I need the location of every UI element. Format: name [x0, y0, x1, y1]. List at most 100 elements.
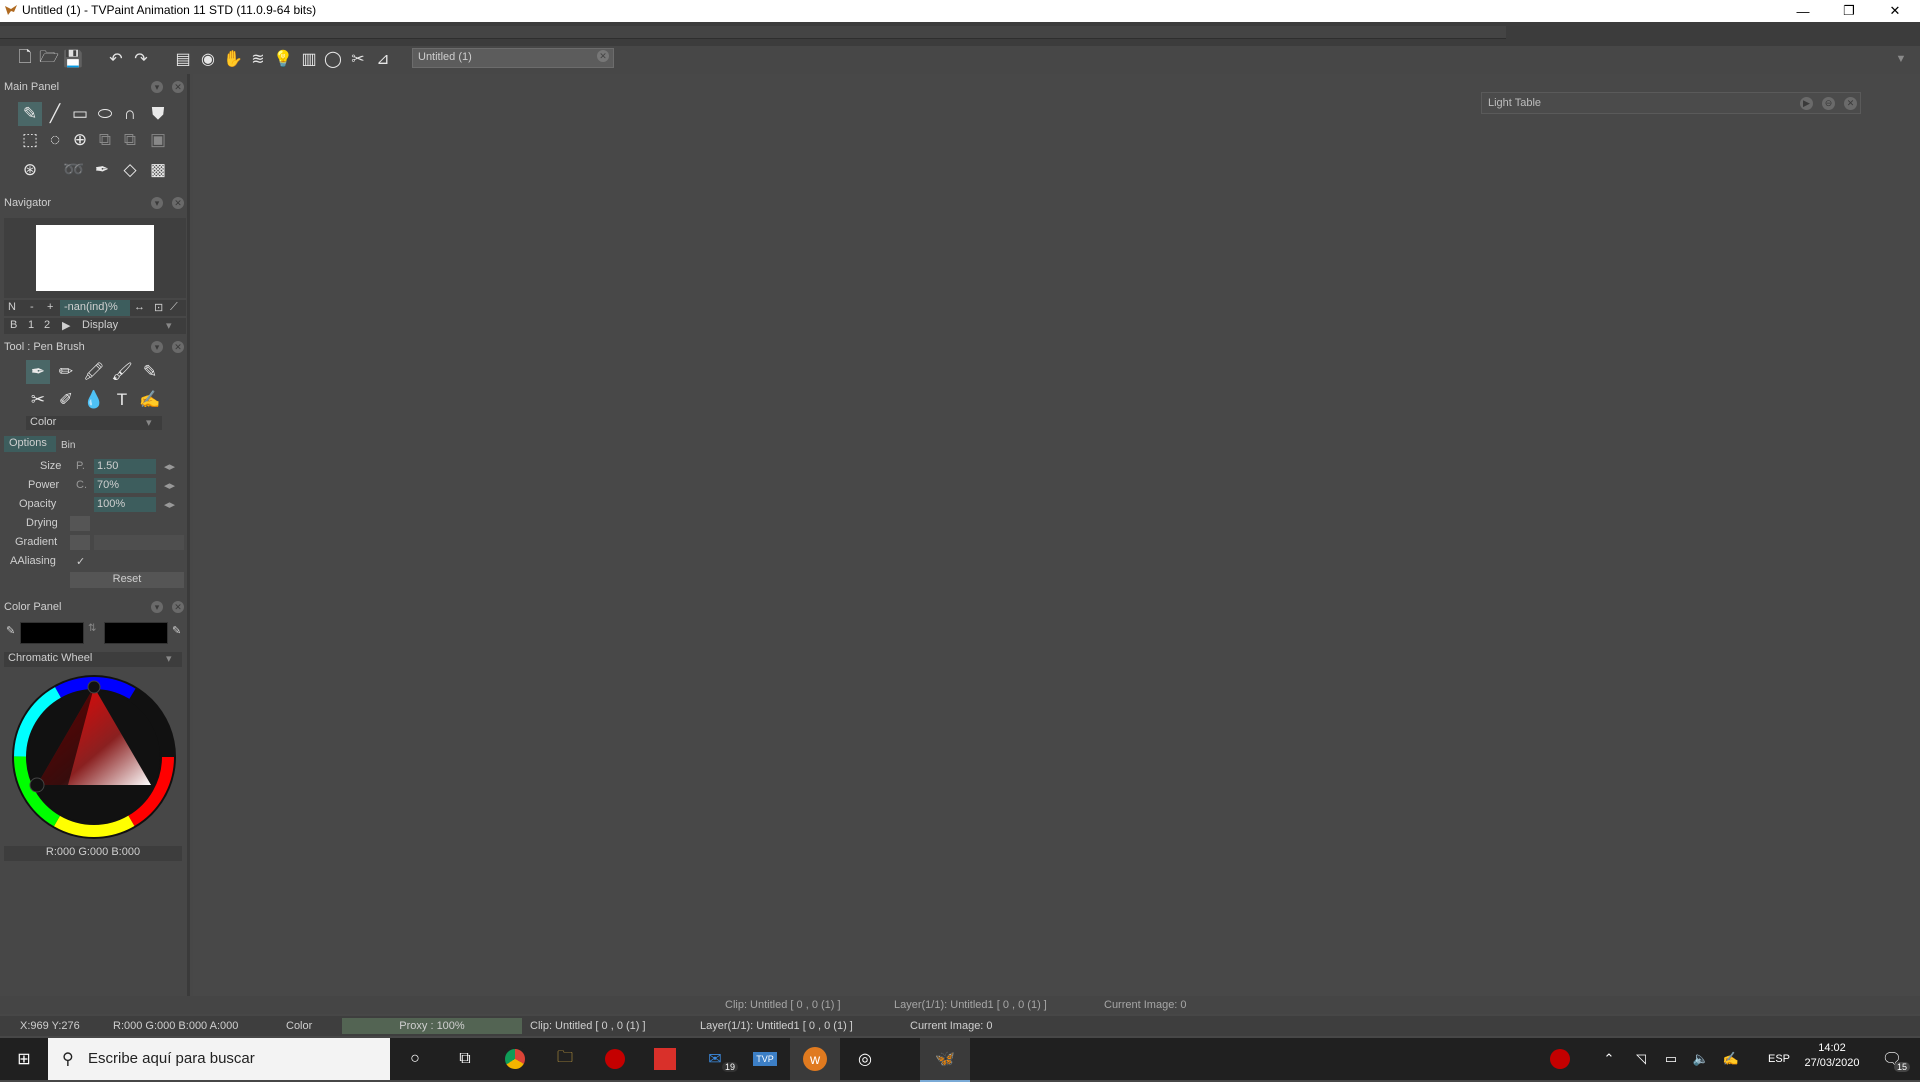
hand-icon[interactable]: ✋ — [222, 48, 244, 70]
color-mode-dropdown[interactable]: Chromatic Wheel ▾ — [4, 652, 182, 667]
network-icon[interactable]: ◹ — [1626, 1038, 1656, 1080]
tray-chevron-up-icon[interactable]: ⌃ — [1594, 1038, 1624, 1080]
canvas-area[interactable] — [193, 74, 1920, 996]
app-red-icon[interactable] — [590, 1038, 640, 1080]
tray-red-app-icon[interactable] — [1540, 1038, 1580, 1080]
close-icon[interactable]: ✕ — [172, 601, 184, 613]
power-prefix[interactable]: C. — [76, 479, 87, 491]
taskbar-search-box[interactable]: ⚲ Escribe aquí para buscar — [48, 1038, 390, 1080]
toolbar-menu-chevron-icon[interactable]: ▼ — [1890, 48, 1912, 70]
w-app-icon[interactable]: w — [790, 1038, 840, 1080]
line-icon[interactable]: ╱ — [43, 102, 67, 126]
marker-brush-icon[interactable]: 🖍 — [82, 360, 106, 384]
magic-wand-icon[interactable]: ⊕ — [68, 128, 92, 152]
task-view-icon[interactable]: ⧉ — [440, 1038, 490, 1080]
warp-icon[interactable]: ➿ — [62, 158, 86, 182]
eyedropper-icon[interactable]: ✎ — [172, 624, 181, 637]
chrome-icon[interactable] — [490, 1038, 540, 1080]
eyedropper-icon[interactable]: ✎ — [6, 624, 15, 637]
language-indicator[interactable]: ESP — [1764, 1038, 1794, 1080]
selection-rect-icon[interactable]: ⬚ — [18, 128, 42, 152]
filmstrip-icon[interactable]: ▤ — [172, 48, 194, 70]
settings-icon[interactable]: ⊖ — [1822, 97, 1835, 110]
redo-icon[interactable]: ↷ — [130, 48, 152, 70]
size-field[interactable]: 1.50 — [94, 459, 156, 474]
lightbulb-icon[interactable]: 💡 — [272, 48, 294, 70]
bookmark-b-button[interactable]: B — [10, 319, 17, 331]
color-wheel-icon[interactable]: ◉ — [197, 48, 219, 70]
close-icon[interactable]: ✕ — [1844, 97, 1857, 110]
timeline-icon[interactable]: ▥ — [298, 48, 320, 70]
swap-colors-icon[interactable]: ⇅ — [88, 623, 96, 634]
collapse-icon[interactable]: ▾ — [151, 81, 163, 93]
open-folder-icon[interactable]: 🗁 — [38, 48, 60, 70]
navigator-thumbnail[interactable] — [36, 225, 154, 291]
windows-start-icon[interactable]: ⊞ — [0, 1038, 48, 1080]
collapse-icon[interactable]: ▾ — [151, 197, 163, 209]
pen-brush-icon[interactable]: ✒ — [26, 360, 50, 384]
fit-icon[interactable]: ⊡ — [154, 301, 163, 314]
airbrush-icon[interactable]: ✎ — [138, 360, 162, 384]
undo-icon[interactable]: ↶ — [105, 48, 127, 70]
paint-brush-icon[interactable]: 🖌 — [110, 360, 134, 384]
cortana-icon[interactable]: ○ — [390, 1038, 440, 1080]
play-icon[interactable]: ▶ — [1800, 97, 1813, 110]
reset-button[interactable]: Reset — [70, 572, 184, 588]
close-button[interactable]: ✕ — [1872, 0, 1918, 22]
tab-options[interactable]: Options — [4, 436, 56, 452]
color-mode-select[interactable]: Color ▾ — [26, 416, 162, 430]
play-icon[interactable]: ▶ — [62, 319, 70, 332]
freehand-icon[interactable]: ✎ — [18, 102, 42, 126]
save-icon[interactable]: 💾 — [62, 48, 84, 70]
slider-arrows-icon[interactable]: ◂▸ — [164, 479, 175, 492]
primary-color-swatch[interactable] — [20, 622, 84, 644]
special-brush-icon[interactable]: ✍ — [138, 388, 162, 412]
bookmark-1-button[interactable]: 1 — [28, 319, 34, 331]
stamp-icon[interactable]: ▩ — [146, 158, 170, 182]
size-prefix[interactable]: P. — [76, 460, 85, 472]
ellipse-icon[interactable]: ⬭ — [93, 102, 117, 126]
paste-icon[interactable]: ▣ — [146, 128, 170, 152]
new-document-icon[interactable]: 🗋 — [14, 48, 36, 70]
chromatic-wheel[interactable] — [8, 671, 180, 843]
knife-brush-icon[interactable]: ✂ — [26, 388, 50, 412]
layers-icon[interactable]: ≋ — [247, 48, 269, 70]
close-icon[interactable]: ✕ — [172, 81, 184, 93]
collapse-icon[interactable]: ▾ — [151, 601, 163, 613]
minimize-button[interactable]: — — [1780, 0, 1826, 22]
rotate-icon[interactable]: ⟋ — [170, 301, 178, 314]
aaliasing-checkbox[interactable]: ✓ — [76, 555, 85, 568]
bookmark-2-button[interactable]: 2 — [44, 319, 50, 331]
obs-icon[interactable]: ◎ — [840, 1038, 890, 1080]
clock[interactable]: 14:02 27/03/2020 — [1800, 1042, 1864, 1076]
zoom-normal-button[interactable]: N — [8, 301, 16, 313]
chevron-down-icon[interactable]: ▾ — [166, 319, 172, 332]
power-field[interactable]: 70% — [94, 478, 156, 493]
curve-icon[interactable]: ∩ — [118, 102, 142, 126]
close-icon[interactable]: ✕ — [172, 341, 184, 353]
secondary-color-swatch[interactable] — [104, 622, 168, 644]
tab-bin[interactable]: Bin — [61, 440, 75, 451]
volume-icon[interactable]: 🔈 — [1686, 1038, 1716, 1080]
file-explorer-icon[interactable]: 🗀 — [540, 1038, 590, 1080]
rectangle-icon[interactable]: ▭ — [68, 102, 92, 126]
selection-lasso-icon[interactable]: ◌ — [43, 128, 67, 152]
slider-arrows-icon[interactable]: ◂▸ — [164, 498, 175, 511]
crop-icon[interactable]: ⧉ — [93, 128, 117, 152]
transform-icon[interactable]: ⊛ — [18, 158, 42, 182]
pencil-brush-icon[interactable]: ✏ — [54, 360, 78, 384]
proxy-indicator[interactable]: Proxy : 100% — [342, 1018, 522, 1034]
fill-icon[interactable]: ⛊ — [146, 102, 170, 126]
graph-icon[interactable]: ⊿ — [372, 48, 394, 70]
copy-icon[interactable]: ⧉ — [118, 128, 142, 152]
smudge-brush-icon[interactable]: ✐ — [54, 388, 78, 412]
close-icon[interactable]: ✕ — [172, 197, 184, 209]
text-icon[interactable]: T — [110, 388, 134, 412]
zoom-out-button[interactable]: - — [30, 301, 34, 313]
zoom-in-button[interactable]: + — [47, 301, 53, 313]
eraser-icon[interactable]: ◇ — [118, 158, 142, 182]
tvpaint-taskbar-icon[interactable]: 🦋 — [920, 1038, 970, 1082]
water-drop-icon[interactable]: 💧 — [82, 388, 106, 412]
mail-icon[interactable]: ✉ 19 — [690, 1038, 740, 1080]
slider-arrows-icon[interactable]: ◂▸ — [164, 460, 175, 473]
